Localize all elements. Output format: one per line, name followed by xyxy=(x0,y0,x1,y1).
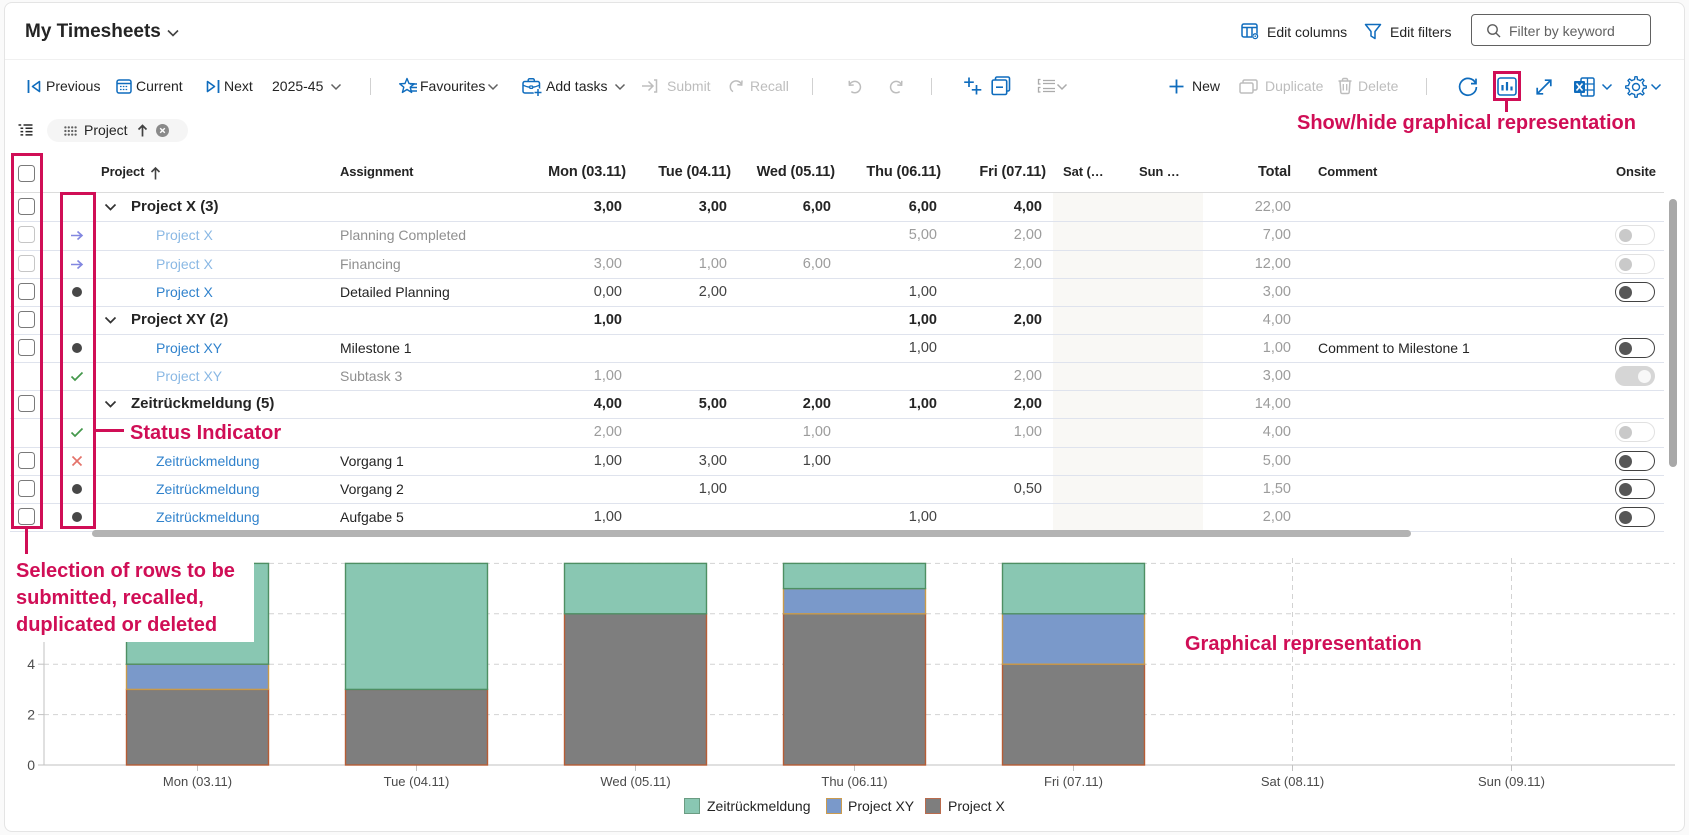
svg-text:Thu (06.11): Thu (06.11) xyxy=(821,774,887,789)
svg-text:Fri (07.11): Fri (07.11) xyxy=(1044,774,1103,789)
svg-text:2: 2 xyxy=(27,707,35,723)
svg-text:0: 0 xyxy=(27,757,35,773)
svg-text:Sat (08.11): Sat (08.11) xyxy=(1261,774,1324,789)
svg-text:Mon (03.11): Mon (03.11) xyxy=(163,774,232,789)
svg-text:Sun (09.11): Sun (09.11) xyxy=(1478,774,1545,789)
svg-text:Tue (04.11): Tue (04.11) xyxy=(384,774,450,789)
svg-text:Wed (05.11): Wed (05.11) xyxy=(600,774,670,789)
svg-text:4: 4 xyxy=(27,656,35,672)
